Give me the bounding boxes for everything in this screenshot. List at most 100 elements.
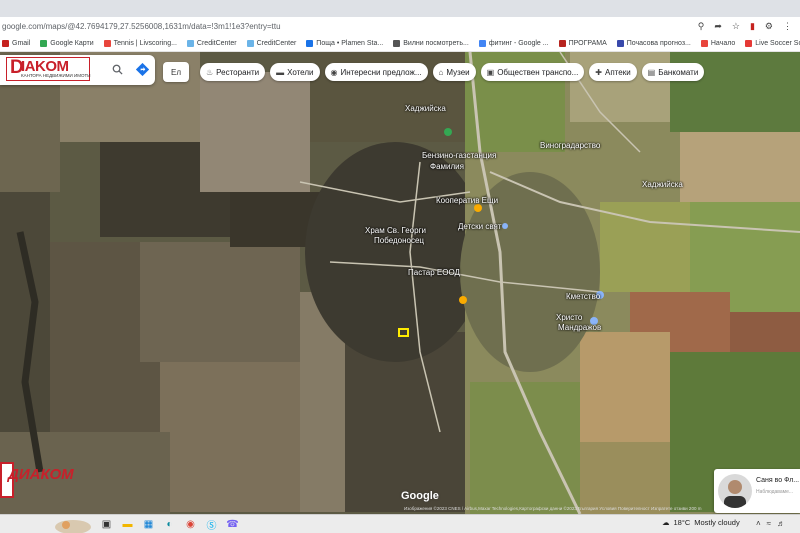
chip-label: Аптеки (605, 67, 631, 77)
chip-museum[interactable]: ⌂ Музеи (432, 63, 476, 81)
bookmark-item[interactable]: Начало (700, 39, 735, 47)
bookmark-label: CreditCenter (196, 39, 237, 47)
store-icon[interactable]: ▦ (142, 517, 155, 531)
chip-bus[interactable]: ▣ Обществен транспо... (480, 63, 585, 81)
chat-widget[interactable]: Саня во Фл... Наблюдаваме... (714, 469, 800, 513)
map-label-poi[interactable]: Пастар ЕООД (408, 268, 460, 277)
extension-icon[interactable]: ⚙ (765, 21, 773, 32)
menu-icon[interactable]: ⋮ (783, 21, 792, 32)
start-decoration-icon[interactable] (53, 515, 93, 533)
bookmark-label: Gmail (12, 39, 31, 47)
wifi-icon[interactable]: ≈ (767, 519, 771, 528)
pdf-icon[interactable]: ▮ (750, 21, 755, 32)
bookmark-item[interactable]: Tennis | Livscoring... (103, 39, 177, 47)
share-icon[interactable]: ➦ (714, 21, 722, 32)
task-view-icon[interactable]: ▣ (100, 517, 113, 531)
search-icon[interactable] (112, 64, 123, 75)
skype-icon[interactable]: Ⓢ (205, 517, 218, 532)
map-label-poi[interactable]: Христо (556, 313, 582, 322)
weather-text: Mostly cloudy (694, 518, 740, 527)
tab-strip (0, 0, 800, 17)
map-label-poi[interactable]: Победоносец (374, 236, 424, 245)
pin-icon (502, 223, 508, 229)
map-label-road[interactable]: Хаджийска (405, 104, 446, 113)
diakom-logo: D IAKOM КАНТОРА НЕДВИЖИМИ ИМОТИ (6, 57, 91, 81)
map-label-poi[interactable]: Фамилия (430, 162, 464, 171)
bookmark-label: фитинг - Google ... (488, 39, 549, 47)
bookmark-item[interactable]: Вилни посмотреть... (393, 39, 469, 47)
field (680, 132, 800, 202)
language-label: Ел (170, 67, 181, 77)
bookmark-favicon-icon (558, 39, 566, 47)
camera-icon: ◉ (330, 67, 338, 77)
satellite-map[interactable] (0, 52, 800, 514)
bookmark-favicon-icon (616, 39, 624, 47)
bookmark-item[interactable]: Google Карти (40, 39, 94, 47)
map-label-poi[interactable]: Кооператив Ещи (436, 196, 498, 205)
language-button[interactable]: Ел (163, 62, 189, 82)
map-label-poi[interactable]: Виноградарство (540, 141, 600, 150)
bookmark-item[interactable]: Gmail (2, 39, 31, 47)
system-tray[interactable]: ˄ ≈ ♬ (756, 519, 785, 528)
bookmark-item[interactable]: Live Soccer Scores... (745, 39, 800, 47)
bookmark-item[interactable]: ПРОГРАМА (558, 39, 607, 47)
screen: google.com/maps/@42.7694179,27.5256008,1… (0, 0, 800, 533)
chip-pharmacy[interactable]: ✚ Аптеки (589, 63, 637, 81)
star-icon[interactable]: ☆ (732, 21, 740, 32)
bookmark-favicon-icon (393, 39, 401, 47)
fork-knife-icon: ♨ (206, 67, 214, 77)
field (470, 382, 580, 514)
map-attribution[interactable]: Изображения ©2023 CNES / Airbus,Maxar Te… (404, 506, 701, 511)
chip-bed[interactable]: ▬ Хотели (270, 63, 320, 81)
speaker-icon[interactable]: ♬ (777, 519, 785, 528)
bookmark-label: Вилни посмотреть... (403, 39, 469, 47)
logo-subtitle: КАНТОРА НЕДВИЖИМИ ИМОТИ (21, 73, 91, 78)
bookmark-favicon-icon (246, 39, 254, 47)
field (200, 72, 310, 192)
chat-name: Саня во Фл... (756, 477, 800, 484)
directions-icon[interactable] (136, 63, 149, 76)
chevron-up-icon[interactable]: ˄ (756, 519, 761, 528)
google-logo: Google (401, 490, 439, 502)
bookmark-item[interactable]: CreditCenter (246, 39, 296, 47)
map-label-poi[interactable]: Детски свят (458, 222, 502, 231)
map-label-poi[interactable]: Бензино-газстанция (422, 151, 496, 160)
map-label-poi[interactable]: Мандражов (558, 323, 601, 332)
field (140, 242, 300, 362)
field (580, 332, 670, 442)
map-label-poi[interactable]: Кметство (566, 292, 600, 301)
bookmark-favicon-icon (40, 39, 48, 47)
chip-camera[interactable]: ◉ Интересни предлож... (324, 63, 428, 81)
bookmark-item[interactable]: Поща • Plamen Sta... (306, 39, 383, 47)
bookmark-label: Почасова прогноз... (626, 39, 691, 47)
search-box[interactable]: D IAKOM КАНТОРА НЕДВИЖИМИ ИМОТИ (0, 55, 155, 85)
map-imagery[interactable] (0, 52, 800, 514)
category-chips: ♨ Ресторанти ▬ Хотели ◉ Интересни предлож... ⌂… (200, 63, 705, 81)
chip-label: Ресторанти (216, 67, 260, 77)
url-text[interactable]: google.com/maps/@42.7694179,27.5256008,1… (0, 22, 698, 31)
address-bar[interactable]: google.com/maps/@42.7694179,27.5256008,1… (0, 17, 800, 35)
edge-icon[interactable]: ◐ (163, 517, 176, 531)
chrome-icon[interactable]: ◉ (184, 517, 197, 531)
location-icon[interactable]: ⚲ (698, 21, 705, 32)
pin-icon (474, 204, 482, 212)
bus-icon: ▣ (486, 67, 495, 77)
viber-icon[interactable]: ☎ (226, 517, 239, 531)
chip-fork-knife[interactable]: ♨ Ресторанти (200, 63, 266, 81)
weather-widget[interactable]: ☁ 18°C Mostly cloudy (662, 518, 740, 527)
museum-icon: ⌂ (438, 67, 444, 77)
bookmark-item[interactable]: фитинг - Google ... (478, 39, 549, 47)
map-label-poi[interactable]: Храм Св. Георги (365, 226, 426, 235)
chip-atm[interactable]: ▤ Банкомати (641, 63, 705, 81)
bookmark-favicon-icon (2, 39, 9, 47)
field (580, 442, 670, 514)
bookmark-item[interactable]: Почасова прогноз... (616, 39, 691, 47)
bookmarks-bar: Gmail Google Карти Tennis | Livscoring... C… (0, 35, 800, 52)
map-label-road[interactable]: Хаджийска (642, 180, 683, 189)
temperature: 18°C (673, 518, 691, 527)
file-explorer-icon[interactable]: ▬ (121, 517, 134, 531)
bookmark-item[interactable]: CreditCenter (186, 39, 237, 47)
bookmark-label: Google Карти (50, 39, 94, 47)
bed-icon: ▬ (276, 67, 285, 77)
property-marker[interactable] (398, 328, 409, 337)
